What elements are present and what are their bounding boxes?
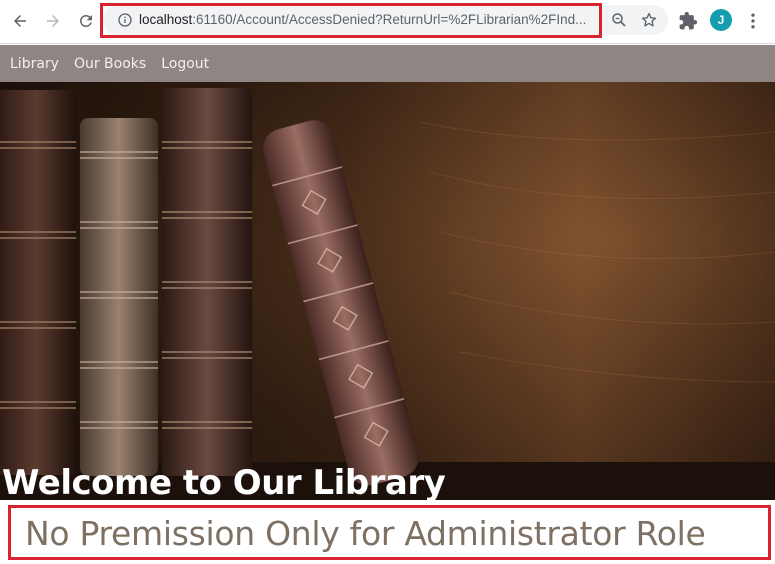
back-arrow-icon: [14, 15, 26, 27]
profile-avatar[interactable]: J: [710, 9, 732, 31]
browser-toolbar: localhost:61160/Account/AccessDenied?Ret…: [0, 0, 775, 44]
extensions-icon[interactable]: [678, 11, 698, 31]
hero-banner: Welcome to Our Library: [0, 82, 775, 500]
star-icon[interactable]: [640, 11, 658, 29]
site-navbar: Library Our Books Logout: [0, 45, 775, 82]
access-denied-message: No Premission Only for Administrator Rol…: [25, 514, 706, 553]
nav-item-library[interactable]: Library: [10, 56, 59, 72]
books-illustration: [0, 82, 775, 500]
hero-title: Welcome to Our Library: [2, 463, 446, 500]
avatar-letter: J: [717, 13, 725, 27]
url-highlight-annotation: [100, 3, 602, 38]
menu-dots-icon[interactable]: [743, 11, 763, 31]
nav-item-our-books[interactable]: Our Books: [74, 56, 146, 72]
forward-button[interactable]: [40, 8, 66, 34]
forward-arrow-icon: [47, 15, 59, 27]
message-highlight-annotation: No Premission Only for Administrator Rol…: [8, 505, 771, 560]
zoom-icon[interactable]: [610, 11, 628, 29]
nav-item-logout[interactable]: Logout: [161, 56, 209, 72]
back-button[interactable]: [7, 8, 33, 34]
reload-button[interactable]: [73, 8, 99, 34]
reload-icon: [79, 14, 92, 27]
